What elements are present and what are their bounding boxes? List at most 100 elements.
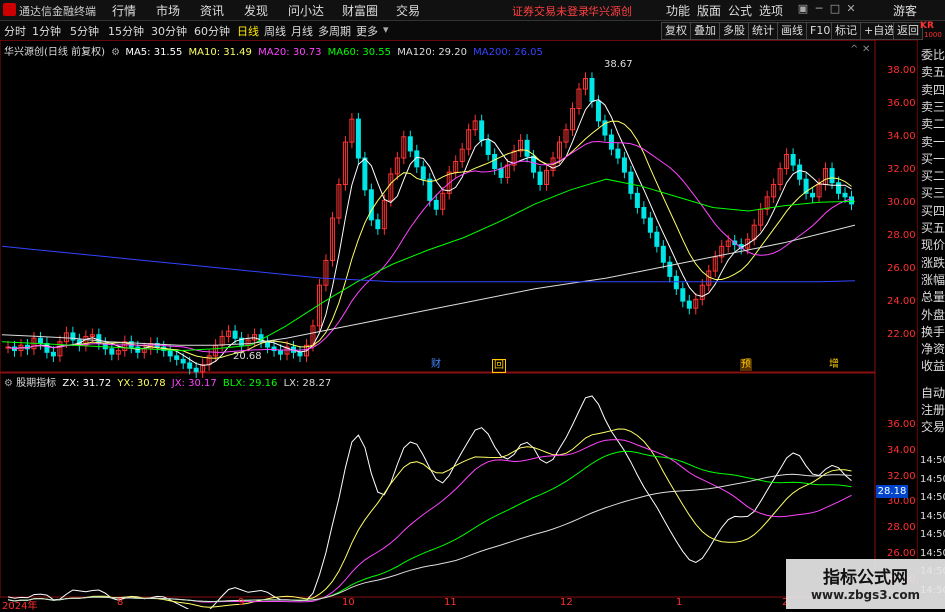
y-tick-label: 26.00 — [887, 263, 916, 274]
period-5min[interactable]: 5分钟 — [70, 23, 99, 39]
y-tick-label: 36.00 — [887, 98, 916, 109]
candle-body — [193, 367, 199, 373]
menu-hangqing[interactable]: 行情 — [112, 2, 136, 19]
candle-body — [531, 155, 537, 173]
main-chart-legend: 华兴源创(日线 前复权) ⚙ MA5: 31.55 MA10: 31.49 MA… — [4, 43, 543, 58]
period-15min[interactable]: 15分钟 — [108, 23, 144, 39]
skin-icon[interactable]: ▣ — [796, 2, 810, 16]
candle-body — [187, 362, 193, 369]
tool-fanhui[interactable]: 返回 — [893, 22, 923, 40]
candle-body — [420, 166, 426, 180]
settings-gear-icon[interactable]: ⚙ — [111, 47, 120, 58]
quote-action-0[interactable]: 自动 — [921, 384, 945, 401]
kline-chart[interactable] — [0, 40, 917, 609]
candle-body — [50, 351, 56, 357]
close-icon[interactable]: ✕ — [844, 2, 858, 16]
candle-body — [790, 153, 796, 166]
menu-xuanxiang[interactable]: 选项 — [759, 2, 783, 19]
event-marker-yu[interactable]: 预 — [740, 359, 752, 371]
tick-time: 14:50 — [920, 455, 945, 466]
quote-field-16: 换手 — [921, 324, 945, 339]
more-chevron-icon[interactable]: ▾ — [383, 23, 389, 36]
tool-biaoji[interactable]: 标记 — [831, 22, 861, 40]
candle-body — [589, 78, 595, 102]
indicator-legend: ⚙ 股期指标 ZX: 31.72 YX: 30.78 JX: 30.17 BLX… — [4, 374, 331, 389]
chart-close-icon[interactable]: ✕ — [862, 44, 870, 55]
period-daily[interactable]: 日线 — [237, 23, 259, 39]
ind-y-tick-label: 26.00 — [887, 548, 916, 559]
tool-tongji[interactable]: 统计 — [748, 22, 778, 40]
candle-body — [524, 139, 530, 157]
tick-time: 14:50 — [920, 510, 945, 522]
tool-huaxian[interactable]: 画线 — [777, 22, 807, 40]
menu-gongshi[interactable]: 公式 — [728, 2, 752, 19]
period-monthly[interactable]: 月线 — [291, 23, 313, 39]
candle-body — [673, 275, 679, 290]
period-weekly[interactable]: 周线 — [264, 23, 286, 39]
ind-lx-label: LX: 28.27 — [283, 378, 332, 389]
minimize-icon[interactable]: ─ — [812, 2, 826, 16]
period-fenshi[interactable]: 分时 — [4, 23, 26, 39]
quote-action-2[interactable]: 交易 — [921, 418, 945, 435]
indicator-gear-icon[interactable]: ⚙ — [4, 378, 13, 389]
ma60-line — [1, 178, 856, 352]
indicator-panel-frame — [0, 372, 876, 598]
tool-fuquan[interactable]: 复权 — [661, 22, 691, 40]
main-chart-title: 华兴源创(日线 前复权) — [4, 47, 105, 58]
quote-field-9: 买四 — [921, 203, 945, 218]
menu-shichang[interactable]: 市场 — [156, 2, 180, 19]
period-toolbar: 分时 1分钟 5分钟 15分钟 30分钟 60分钟 日线 周线 月线 多周期 更… — [0, 21, 945, 41]
candle-body — [634, 192, 640, 208]
period-more[interactable]: 更多 — [356, 23, 378, 39]
x-tick-label: 10 — [342, 597, 355, 608]
candle-body — [537, 171, 543, 185]
ma5-label: MA5: 31.55 — [125, 47, 183, 58]
user-label[interactable]: 游客 — [893, 2, 917, 19]
menu-zixun[interactable]: 资讯 — [200, 2, 224, 19]
app-name: 通达信金融终端 — [19, 5, 96, 18]
tick-time: 14:50 — [920, 492, 945, 503]
period-60min[interactable]: 60分钟 — [194, 23, 230, 39]
menu-caifuquan[interactable]: 财富圈 — [342, 2, 378, 19]
login-status[interactable]: 证券交易未登录 — [512, 3, 589, 19]
tool-diejia[interactable]: 叠加 — [690, 22, 720, 40]
y-tick-label: 30.00 — [887, 197, 916, 208]
candle-body — [810, 192, 816, 198]
ind-y-tick-label: 36.00 — [887, 419, 916, 430]
y-tick-label: 32.00 — [887, 164, 916, 175]
x-tick-label: 8 — [117, 597, 124, 608]
kr-logo: KR — [920, 21, 934, 31]
ma20-label: MA20: 30.73 — [258, 47, 322, 58]
event-marker-hui[interactable]: 回 — [492, 359, 506, 373]
menu-banmian[interactable]: 版面 — [697, 2, 721, 19]
quote-action-1[interactable]: 注册 — [921, 401, 945, 418]
title-bar: 通达信金融终端 行情 市场 资讯 发现 问小达 财富圈 交易 证券交易未登录 华… — [0, 0, 945, 21]
quote-field-15: 外盘 — [921, 307, 945, 322]
candle-body — [433, 199, 439, 210]
quote-field-7: 买二 — [921, 169, 945, 184]
period-1min[interactable]: 1分钟 — [32, 23, 61, 39]
menu-wenxiaoda[interactable]: 问小达 — [288, 2, 324, 19]
maximize-icon[interactable]: □ — [828, 2, 842, 16]
candle-body — [686, 300, 692, 309]
quote-field-2: 卖四 — [921, 82, 945, 97]
menu-faxian[interactable]: 发现 — [244, 2, 268, 19]
event-marker-cai[interactable]: 财 — [430, 359, 442, 371]
tool-duogu[interactable]: 多股 — [719, 22, 749, 40]
ma120-line — [1, 224, 856, 346]
event-marker-zeng[interactable]: 增 — [828, 359, 840, 371]
x-tick-label: 1 — [676, 597, 683, 608]
app-logo-icon — [3, 3, 16, 16]
chart-collapse-icon[interactable]: ^ — [850, 44, 858, 55]
period-multi[interactable]: 多周期 — [318, 23, 351, 39]
quote-field-3: 卖三 — [921, 99, 945, 114]
quote-field-11: 现价 — [921, 238, 945, 253]
candle-body — [174, 355, 180, 360]
menu-jiaoyi[interactable]: 交易 — [396, 2, 420, 19]
ind-y-tick-label: 32.00 — [887, 470, 916, 482]
menu-gongneng[interactable]: 功能 — [666, 2, 690, 19]
candle-body — [362, 157, 368, 191]
x-tick-label: 12 — [560, 597, 573, 608]
y-tick-label: 22.00 — [887, 329, 916, 340]
period-30min[interactable]: 30分钟 — [151, 23, 187, 39]
